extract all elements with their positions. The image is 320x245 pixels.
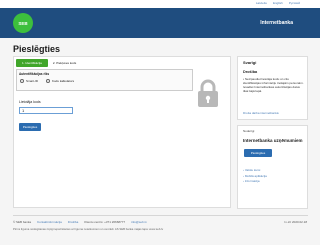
radio-code-calculator-label: Kodu kalkulators — [52, 79, 75, 83]
useful-link-information[interactable]: Informācija — [243, 179, 267, 185]
language-link-ru[interactable]: Русский — [289, 1, 300, 5]
footer-links: © SEB banka Kontaktinformācija Drošība K… — [13, 220, 147, 224]
radio-code-calculator[interactable] — [46, 79, 50, 84]
lock-icon — [196, 78, 220, 108]
login-button[interactable]: Pieslēgties — [19, 123, 41, 131]
security-box-link[interactable]: Droša darba internetbankā — [243, 111, 279, 115]
business-banking-title: Internetbanka uzņēmumiem — [243, 138, 303, 143]
language-link-lv[interactable]: Latviešu — [256, 1, 267, 5]
footer-contacts-link[interactable]: Kontaktinformācija — [37, 220, 62, 224]
radio-smart-id[interactable] — [20, 79, 24, 84]
business-login-button[interactable]: Pieslēgties — [244, 149, 272, 157]
footer-phone: Klientu centrs: +371 26668777 — [84, 220, 126, 224]
seb-logo[interactable]: SEB — [13, 13, 33, 33]
radio-smart-id-label: Smart-ID — [26, 79, 38, 83]
user-code-input[interactable]: 1 — [19, 107, 73, 114]
login-steps: 1. Identifikācija 2. Piekļuves kods — [16, 59, 78, 67]
language-links: Latviešu English Русский — [256, 1, 300, 5]
useful-label: Noderīgi — [243, 129, 255, 133]
auth-option-code-calculator[interactable]: Kodu kalkulators — [46, 79, 75, 84]
security-box-text: • Neizpaudiet lietotāja kodu un citu ide… — [243, 77, 304, 93]
footer-email-link[interactable]: info@seb.lv — [131, 220, 147, 224]
useful-links: Valūtu kursi Mobilā aplikācija Informāci… — [243, 168, 267, 185]
auth-method-label: Autentifikācijas rīks — [19, 72, 50, 76]
footer-disclaimer: Pirms līguma noslēgšanas rūpīgi iepazīst… — [13, 227, 164, 231]
footer-copyright: © SEB banka — [13, 220, 32, 224]
security-box-subtitle: Drošība — [243, 70, 258, 74]
security-box-title: Svarīgi — [243, 60, 257, 65]
page-title: Pieslēgties — [13, 44, 61, 54]
footer-security-link[interactable]: Drošība — [68, 220, 79, 224]
brand-title: Internetbanka — [260, 20, 293, 26]
language-link-en[interactable]: English — [273, 1, 283, 5]
footer-divider — [13, 215, 308, 216]
step-access-code: 2. Piekļuves kods — [52, 61, 77, 65]
step-identification: 1. Identifikācija — [16, 59, 48, 67]
auth-option-smart-id[interactable]: Smart-ID — [20, 79, 38, 84]
auth-method-options: Smart-ID Kodu kalkulators — [20, 79, 75, 84]
user-code-label: Lietotāja kods — [19, 100, 41, 104]
footer-version: lv-LV 2020.02.18 — [284, 220, 307, 224]
